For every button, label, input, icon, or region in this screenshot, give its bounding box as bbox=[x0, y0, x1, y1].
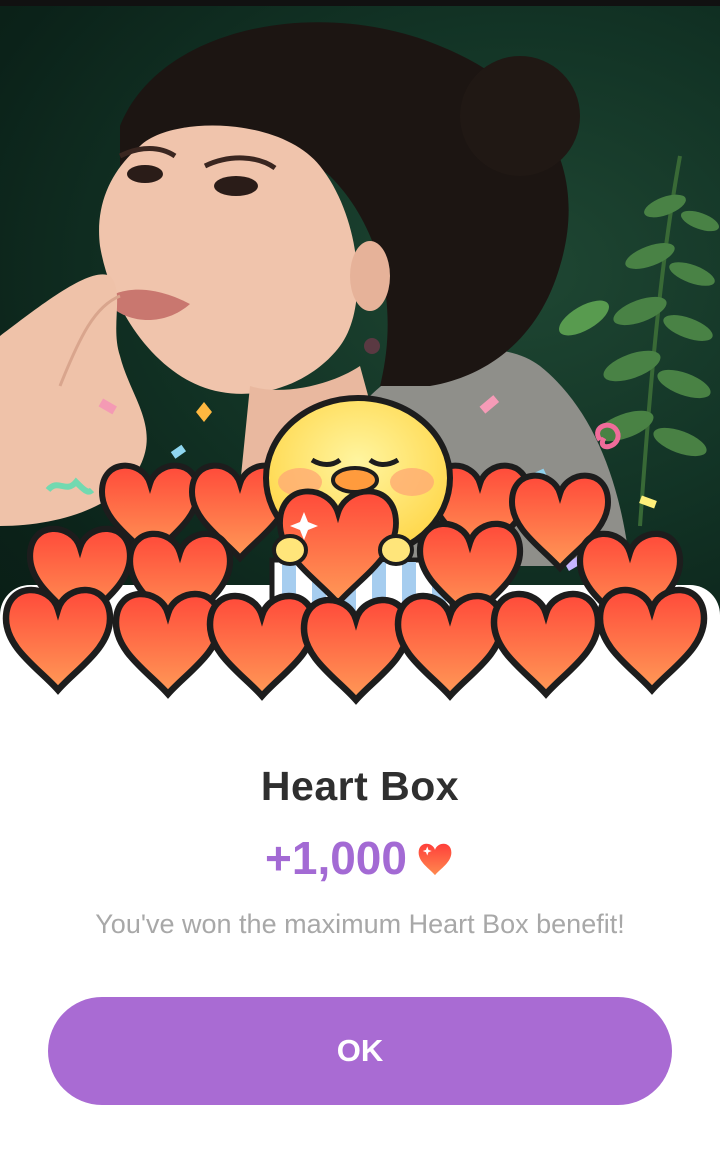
dialog-message: You've won the maximum Heart Box benefit… bbox=[95, 909, 625, 939]
reward-row: +1,000 bbox=[0, 830, 720, 886]
heart-box-illustration bbox=[0, 395, 720, 720]
reward-amount: +1,000 bbox=[265, 832, 407, 884]
ok-button[interactable]: OK bbox=[48, 997, 672, 1105]
heart-icon bbox=[418, 843, 452, 876]
dialog-title: Heart Box bbox=[260, 763, 460, 809]
